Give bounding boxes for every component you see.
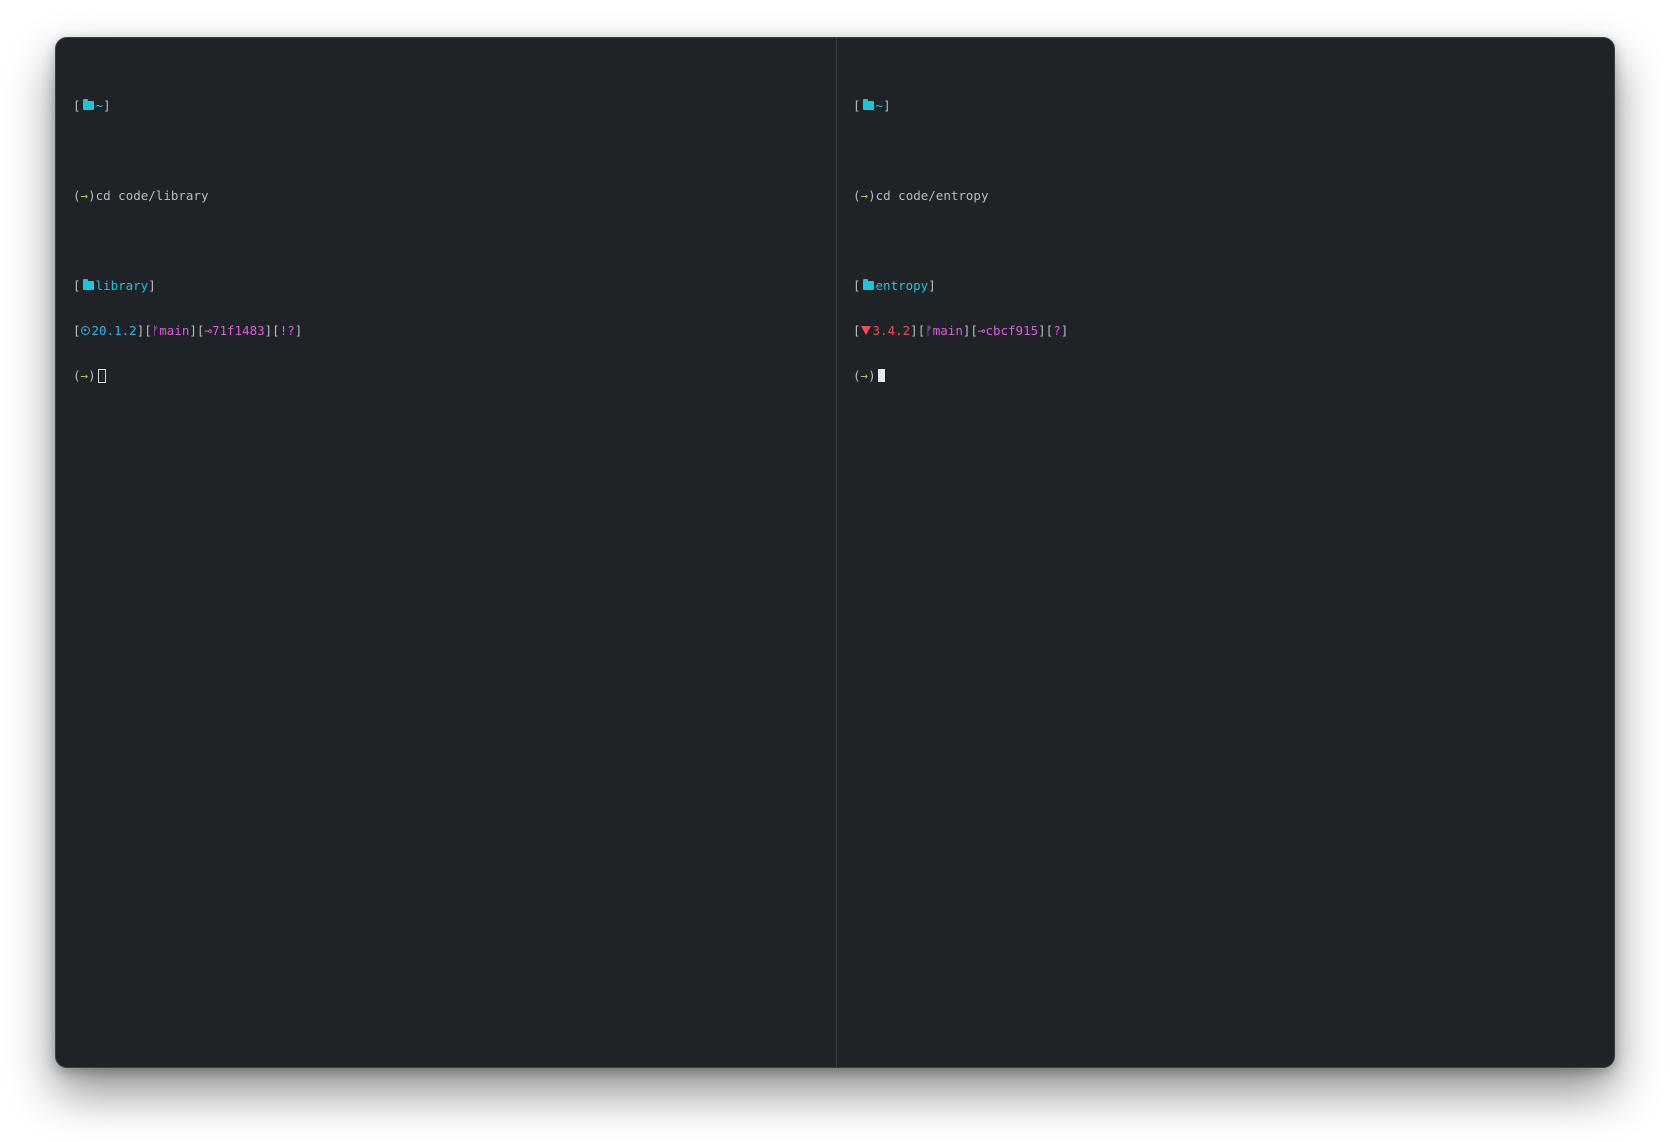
terminal-pane-left[interactable]: [ ~ ] ( → ) cd code/library [ library ] … (73, 68, 833, 413)
folder-icon (862, 279, 874, 290)
terminal-pane-right[interactable]: [ ~ ] ( → ) cd code/entropy [ entropy ] … (853, 68, 1613, 413)
git-branch: main (932, 323, 963, 338)
terminal-window: [ ~ ] ( → ) cd code/library [ library ] … (55, 37, 1615, 1068)
git-commit-hash: 71f1483 (211, 323, 265, 338)
git-branch-icon: ᚠ (925, 323, 933, 338)
directory-prompt: [ library ] (73, 278, 156, 293)
ruby-icon (860, 326, 871, 335)
text-cursor[interactable] (877, 369, 885, 382)
git-commit-hash: cbcf915 (985, 323, 1039, 338)
folder-icon (82, 99, 94, 110)
prompt-arrow-icon: → (80, 188, 89, 203)
current-directory: library (95, 278, 149, 293)
input-prompt[interactable]: ( → ) (853, 368, 1613, 383)
runtime-version: 20.1.2 (91, 323, 137, 338)
status-line: [ 3.4.2 ][ ᚠ main ][ ⊸ cbcf915 ][ ? ] (853, 323, 1069, 338)
prompt-arrow-icon: → (860, 368, 869, 383)
directory-prompt: [ entropy ] (853, 278, 936, 293)
git-status: ? (1053, 323, 1061, 338)
text-cursor[interactable] (97, 368, 106, 383)
home-prompt: [ ~ ] (73, 98, 111, 113)
git-branch-icon: ᚠ (151, 323, 160, 338)
command-text: cd code/library (95, 188, 209, 203)
git-commit-icon: ⊸ (977, 323, 986, 338)
git-commit-icon: ⊸ (204, 323, 212, 338)
command-text: cd code/entropy (875, 188, 989, 203)
home-prompt: [ ~ ] (853, 98, 891, 113)
input-prompt[interactable]: ( → ) (73, 368, 833, 383)
git-status: !? (279, 323, 295, 338)
command-line: ( → ) cd code/entropy (853, 188, 989, 203)
prompt-arrow-icon: → (860, 188, 869, 203)
nodejs-icon (80, 326, 90, 335)
git-branch: main (159, 323, 190, 338)
runtime-version: 3.4.2 (872, 323, 911, 338)
folder-icon (862, 99, 874, 110)
current-directory: ~ (875, 98, 884, 113)
current-directory: entropy (875, 278, 929, 293)
status-line: [ 20.1.2 ][ ᚠ main ][ ⊸ 71f1483 ][ !? ] (73, 323, 303, 338)
current-directory: ~ (95, 98, 104, 113)
pane-divider[interactable] (836, 38, 837, 1067)
command-line: ( → ) cd code/library (73, 188, 209, 203)
prompt-arrow-icon: → (80, 368, 89, 383)
folder-icon (82, 279, 94, 290)
